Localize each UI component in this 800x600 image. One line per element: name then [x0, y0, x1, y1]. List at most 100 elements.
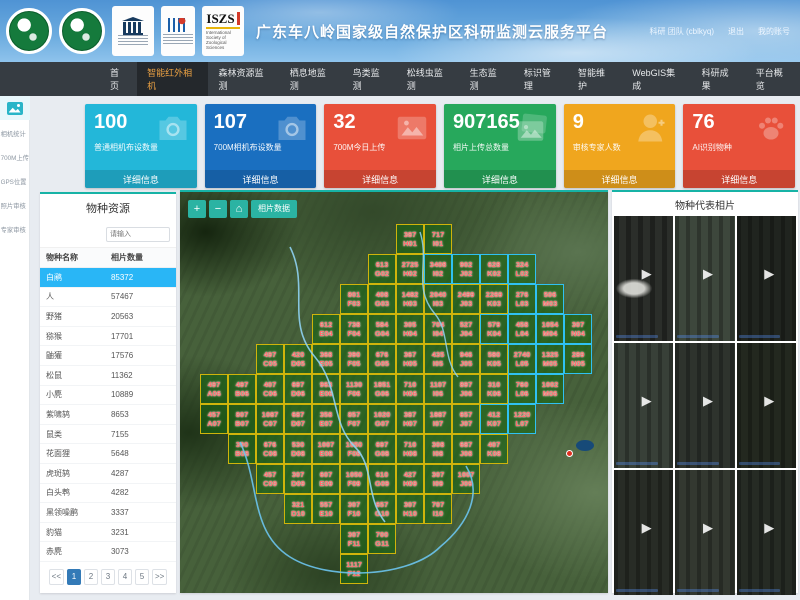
user-team-label[interactable]: 科研 团队 (cblkyq) — [650, 26, 714, 37]
grid-cell-M05[interactable]: 1325 M05 — [536, 344, 564, 374]
grid-cell-H03[interactable]: 1482 H03 — [396, 284, 424, 314]
grid-cell-E08[interactable]: 1007 E08 — [312, 434, 340, 464]
grid-cell-K03[interactable]: 2269 K03 — [480, 284, 508, 314]
grid-cell-E10[interactable]: 557 E10 — [312, 494, 340, 524]
species-row-7[interactable]: 小麂 10889 — [40, 386, 176, 406]
grid-cell-C09[interactable]: 457 C09 — [256, 464, 284, 494]
play-icon[interactable]: ▶ — [642, 266, 652, 282]
grid-cell-G07[interactable]: 1020 G07 — [368, 404, 396, 434]
grid-cell-F05[interactable]: 390 F05 — [340, 344, 368, 374]
grid-cell-L05[interactable]: 2740 L05 — [508, 344, 536, 374]
grid-cell-K08[interactable]: 407 K08 — [480, 434, 508, 464]
grid-cell-D09[interactable]: 307 D09 — [284, 464, 312, 494]
map-red-marker[interactable] — [566, 450, 573, 457]
map-zoom-in-button[interactable]: + — [188, 200, 206, 218]
grid-cell-I09[interactable]: 307 I09 — [424, 464, 452, 494]
species-row-13[interactable]: 黑领噪鹛 3337 — [40, 503, 176, 523]
play-icon[interactable]: ▶ — [642, 520, 652, 536]
mini-sidebar-item-5[interactable]: 专家审核 — [0, 219, 28, 241]
grid-cell-I08[interactable]: 308 I08 — [424, 434, 452, 464]
play-icon[interactable]: ▶ — [764, 266, 774, 282]
nav-item-1[interactable]: 首页 — [100, 62, 137, 96]
species-row-12[interactable]: 白头鹎 4282 — [40, 484, 176, 504]
grid-cell-F12[interactable]: 1117 F12 — [340, 554, 368, 584]
grid-cell-D05[interactable]: 420 D05 — [284, 344, 312, 374]
play-icon[interactable]: ▶ — [703, 393, 713, 409]
species-row-9[interactable]: 鼠类 7155 — [40, 425, 176, 445]
grid-cell-H07[interactable]: 387 H07 — [396, 404, 424, 434]
grid-cell-B07[interactable]: 807 B07 — [228, 404, 256, 434]
nav-item-8[interactable]: 标识管理 — [514, 62, 568, 96]
camera-trap-photo-6[interactable]: ▶ — [736, 343, 796, 468]
grid-cell-K02[interactable]: 628 K02 — [480, 254, 508, 284]
grid-cell-E06[interactable]: 963 E06 — [312, 374, 340, 404]
grid-cell-C07[interactable]: 1087 C07 — [256, 404, 284, 434]
grid-cell-K07[interactable]: 412 K07 — [480, 404, 508, 434]
grid-cell-N04[interactable]: 307 N04 — [564, 314, 592, 344]
grid-cell-L03[interactable]: 276 L03 — [508, 284, 536, 314]
nav-item-9[interactable]: 智能维护 — [568, 62, 622, 96]
play-icon[interactable]: ▶ — [764, 520, 774, 536]
grid-cell-G09[interactable]: 610 G09 — [368, 464, 396, 494]
page-button-3[interactable]: 3 — [101, 568, 115, 585]
grid-cell-C06[interactable]: 407 C06 — [256, 374, 284, 404]
page-next-button[interactable]: >> — [152, 568, 168, 585]
mini-sidebar-active-item[interactable] — [0, 96, 30, 120]
grid-cell-F03[interactable]: 801 F03 — [340, 284, 368, 314]
grid-cell-A07[interactable]: 457 A07 — [200, 404, 228, 434]
play-icon[interactable]: ▶ — [703, 520, 713, 536]
camera-trap-photo-8[interactable]: ▶ — [675, 470, 735, 595]
map-home-button[interactable]: ⌂ — [230, 200, 248, 218]
mini-sidebar-item-1[interactable]: 相机统计 — [0, 123, 28, 145]
camera-trap-photo-3[interactable]: ▶ — [736, 216, 796, 341]
grid-cell-M06[interactable]: 1002 M06 — [536, 374, 564, 404]
grid-cell-D07[interactable]: 687 D07 — [284, 404, 312, 434]
camera-trap-photo-7[interactable]: ▶ — [614, 470, 674, 595]
species-row-2[interactable]: 人 57467 — [40, 288, 176, 308]
mini-sidebar-item-4[interactable]: 照片审核 — [0, 195, 28, 217]
map-photo-data-button[interactable]: 相片数据 — [251, 200, 297, 218]
grid-cell-C08[interactable]: 676 C08 — [256, 434, 284, 464]
grid-cell-H04[interactable]: 305 H04 — [396, 314, 424, 344]
grid-cell-L07[interactable]: 1220 L07 — [508, 404, 536, 434]
grid-cell-H02[interactable]: 2725 H02 — [396, 254, 424, 284]
grid-cell-I01[interactable]: 717 I01 — [424, 224, 452, 254]
camera-trap-photo-5[interactable]: ▶ — [675, 343, 735, 468]
nav-item-2[interactable]: 智能红外相机 — [137, 62, 209, 96]
stat-card-detail-link[interactable]: 详细信息 — [324, 170, 437, 188]
map-zoom-out-button[interactable]: − — [209, 200, 227, 218]
grid-cell-G08[interactable]: 697 G08 — [368, 434, 396, 464]
grid-cell-I02[interactable]: 3408 I02 — [424, 254, 452, 284]
grid-cell-E09[interactable]: 607 E09 — [312, 464, 340, 494]
nav-item-5[interactable]: 鸟类监测 — [343, 62, 397, 96]
grid-cell-F04[interactable]: 738 F04 — [340, 314, 368, 344]
species-row-14[interactable]: 豹猫 3231 — [40, 523, 176, 543]
grid-cell-G06[interactable]: 1851 G06 — [368, 374, 396, 404]
grid-cell-L06[interactable]: 760 L06 — [508, 374, 536, 404]
grid-cell-H09[interactable]: 427 H09 — [396, 464, 424, 494]
stat-card-detail-link[interactable]: 详细信息 — [204, 170, 317, 188]
grid-cell-J09[interactable]: 1007 J09 — [452, 464, 480, 494]
species-row-1[interactable]: 白鹇 85372 — [40, 268, 176, 288]
camera-trap-photo-4[interactable]: ▶ — [614, 343, 674, 468]
play-icon[interactable]: ▶ — [703, 266, 713, 282]
grid-cell-F09[interactable]: 1050 F09 — [340, 464, 368, 494]
species-row-6[interactable]: 松鼠 11362 — [40, 366, 176, 386]
species-row-4[interactable]: 猕猴 17701 — [40, 327, 176, 347]
grid-cell-I10[interactable]: 707 I10 — [424, 494, 452, 524]
grid-cell-N05[interactable]: 289 N05 — [564, 344, 592, 374]
grid-cell-I06[interactable]: 1107 I06 — [424, 374, 452, 404]
nav-item-6[interactable]: 松线虫监测 — [397, 62, 460, 96]
grid-cell-G11[interactable]: 700 G11 — [368, 524, 396, 554]
grid-cell-G04[interactable]: 584 G04 — [368, 314, 396, 344]
stat-card-detail-link[interactable]: 详细信息 — [683, 170, 796, 188]
grid-cell-E04[interactable]: 612 E04 — [312, 314, 340, 344]
grid-cell-F08[interactable]: 1050 F08 — [340, 434, 368, 464]
grid-cell-H08[interactable]: 710 H08 — [396, 434, 424, 464]
grid-cell-J02[interactable]: 902 J02 — [452, 254, 480, 284]
grid-cell-H05[interactable]: 367 H05 — [396, 344, 424, 374]
grid-cell-E05[interactable]: 368 E05 — [312, 344, 340, 374]
map-panel[interactable]: + − ⌂ 相片数据 387 H01 717 I01 613 G02 2725 H02 3408… — [180, 190, 608, 593]
page-button-4[interactable]: 4 — [118, 568, 132, 585]
grid-cell-B08[interactable]: 390 B08 — [228, 434, 256, 464]
